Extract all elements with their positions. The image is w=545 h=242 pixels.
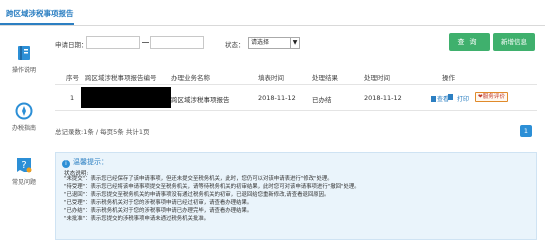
col-operations: 操作 — [442, 74, 455, 82]
date-range-dash — [142, 42, 149, 43]
status-select[interactable]: 请选择 ▼ — [248, 37, 300, 49]
print-link[interactable] — [448, 94, 454, 101]
sidebar: 操作说明 办税指南 ? 常见问题 — [0, 26, 48, 242]
report-table: 序号 跨区域涉税事项报告编号 办理业务名称 填表时间 处理结果 处理时间 操作 … — [55, 66, 537, 111]
sidebar-item-faq[interactable]: ? 常见问题 — [4, 156, 44, 186]
page-title-tab[interactable]: 跨区域涉税事项报告 — [6, 8, 74, 19]
table-header: 序号 跨区域涉税事项报告编号 办理业务名称 填表时间 处理结果 处理时间 操作 — [55, 66, 537, 85]
sidebar-item-label: 办税指南 — [11, 125, 36, 132]
date-label: 申请日期： — [55, 41, 88, 49]
tips-line: "待受理"：表示您已经将该申请事项提交至税务机关，请等待税务机关的初审结果，此时… — [64, 184, 360, 190]
col-number: 跨区域涉税事项报告编号 — [85, 74, 157, 82]
redacted-report-number — [81, 87, 171, 108]
info-icon: i — [62, 160, 70, 168]
view-link[interactable]: 查看 — [431, 94, 449, 103]
service-evaluation-button[interactable]: ❤服务评价 — [475, 92, 509, 102]
svg-text:?: ? — [21, 160, 26, 171]
print-icon — [448, 94, 453, 100]
tips-line: "已受理"：表示税务机关对于您的涉税事项申请已经过初审，请查看办理结果。 — [64, 200, 253, 206]
book-icon — [18, 46, 30, 60]
page-number-button[interactable]: 1 — [520, 125, 532, 137]
sidebar-item-guide[interactable]: 办税指南 — [4, 102, 44, 132]
question-icon: ? — [17, 158, 32, 173]
status-select-value: 请选择 — [251, 39, 270, 46]
active-tab-underline — [0, 23, 74, 25]
row-fill-time: 2018-11-12 — [258, 94, 296, 102]
col-fill-time: 填表时间 — [258, 74, 284, 82]
tips-panel: i 温馨提示： 状态说明: "未提交"：表示您已经保存了该申请事项，但还未提交至税… — [55, 152, 537, 240]
tips-line: "已退回"：表示您提交至税务机关的申请事项没有通过税务机关的初审，已退回给您重新… — [64, 192, 330, 198]
col-business: 办理业务名称 — [171, 74, 210, 82]
row-business: 跨区域涉税事项报告 — [171, 96, 230, 104]
date-from-input[interactable] — [86, 36, 140, 49]
row-result: 已办结 — [312, 96, 332, 104]
search-bar: 申请日期： 状态： 请选择 ▼ 查询 新增信息 — [55, 33, 535, 52]
col-result: 处理结果 — [312, 74, 338, 82]
tips-line: "已办结"：表示税务机关对于您的涉税事项申请已办理完毕，请查看办理结果。 — [64, 208, 253, 214]
sidebar-item-instructions[interactable]: 操作说明 — [4, 44, 44, 74]
col-index: 序号 — [66, 74, 79, 82]
compass-icon — [15, 102, 33, 120]
view-icon — [431, 96, 436, 102]
query-button[interactable]: 查询 — [449, 33, 490, 51]
tips-line: "未批准"：表示您提交的涉税事项申请未通过税务机关批准。 — [64, 216, 210, 222]
table-row: 1 跨区域涉税事项报告 2018-11-12 已办结 2018-11-12 查看… — [55, 85, 537, 111]
sidebar-item-label: 操作说明 — [11, 67, 36, 74]
pagination-summary: 总记录数:1条 / 每页5条 共计1页 — [55, 128, 150, 136]
tips-lines: "未提交"：表示您已经保存了该申请事项，但还未提交至税务机关，此时，您仍可以对该… — [64, 175, 360, 223]
print-label[interactable]: 打印 — [457, 94, 469, 103]
row-handle-time: 2018-11-12 — [364, 94, 402, 102]
top-bar: 跨区域涉税事项报告 — [0, 0, 545, 26]
sidebar-item-label: 常见问题 — [11, 179, 36, 186]
status-label: 状态： — [225, 41, 245, 49]
date-to-input[interactable] — [150, 36, 204, 49]
tips-line: "未提交"：表示您已经保存了该申请事项，但还未提交至税务机关，此时，您仍可以对该… — [64, 176, 333, 182]
tips-title: i 温馨提示： — [62, 157, 108, 168]
row-index: 1 — [70, 94, 75, 102]
add-info-button[interactable]: 新增信息 — [493, 33, 535, 51]
col-handle-time: 处理时间 — [364, 74, 390, 82]
chevron-down-icon[interactable]: ▼ — [290, 38, 299, 48]
